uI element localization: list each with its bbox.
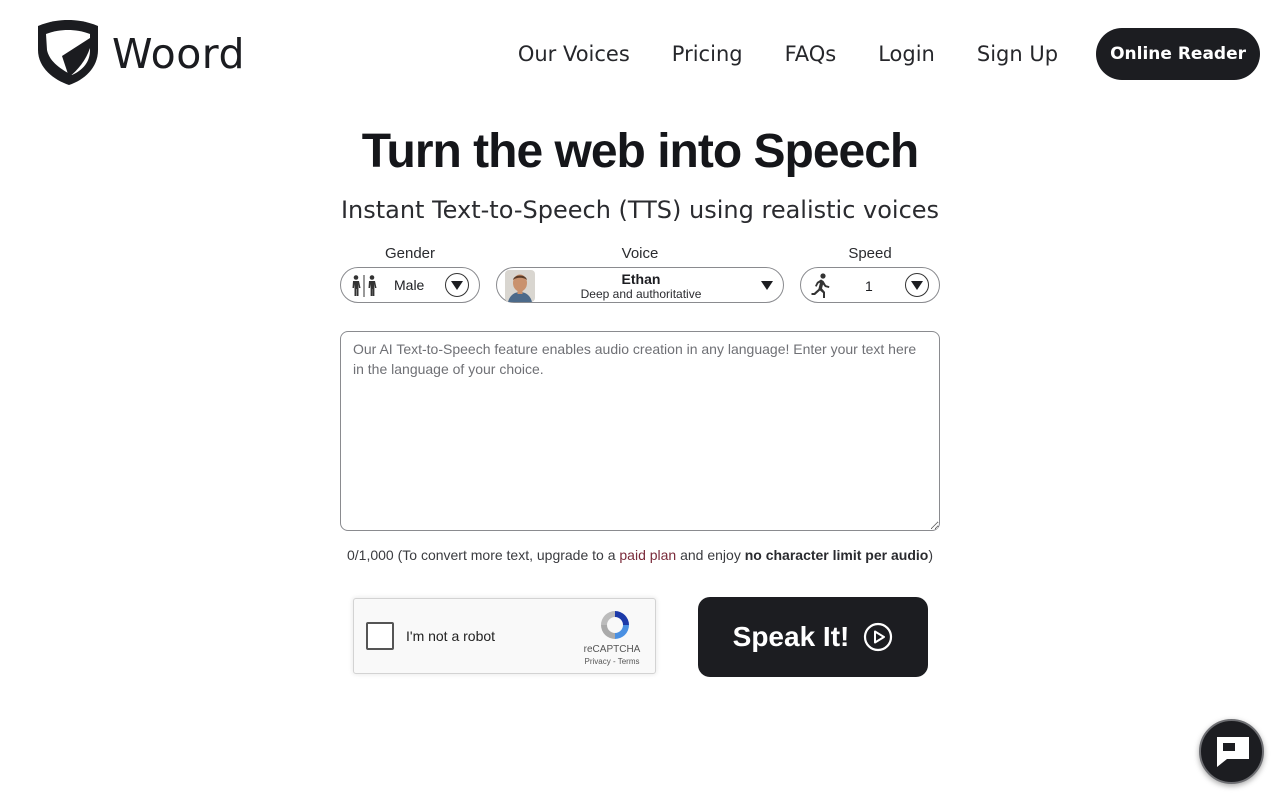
shield-logo-icon [38,20,98,85]
counter-text-after: ) [928,547,933,563]
voice-name: Ethan [621,271,661,287]
voice-description: Deep and authoritative [580,287,702,301]
gender-label: Gender [384,245,436,262]
page-title: Turn the web into Speech [361,125,919,178]
male-female-icon [352,275,377,297]
play-circle-icon [864,622,893,652]
recaptcha-privacy-terms[interactable]: Privacy - Terms [576,657,648,666]
recaptcha-brand: reCAPTCHA [583,644,641,655]
chevron-down-icon [905,273,929,297]
speed-label: Speed [848,245,892,262]
recaptcha-checkbox[interactable] [366,622,394,650]
counter-text-before: (To convert more text, upgrade to a [397,547,620,563]
counter-text-middle: and enjoy [676,547,745,563]
no-limit-text: no character limit per audio [744,547,929,563]
character-count: 0/1,000 [347,547,394,563]
chevron-down-icon [761,281,773,290]
main-nav: Our Voices Pricing FAQs Login Sign Up On… [518,28,1260,80]
page-subtitle: Instant Text-to-Speech (TTS) using reali… [340,196,940,224]
nav-pricing[interactable]: Pricing [672,28,743,80]
speak-it-label: Speak It! [732,621,850,652]
brand-name: Woord [112,30,245,78]
running-person-icon [811,273,830,298]
nav-faqs[interactable]: FAQs [785,28,837,80]
nav-sign-up[interactable]: Sign Up [977,28,1058,80]
paid-plan-link[interactable]: paid plan [619,547,676,563]
nav-our-voices[interactable]: Our Voices [518,28,630,80]
character-counter: 0/1,000 (To convert more text, upgrade t… [0,547,1280,563]
chevron-down-icon [445,273,469,297]
recaptcha-label: I'm not a robot [406,628,496,644]
nav-login[interactable]: Login [878,28,935,80]
gender-select[interactable]: Male [340,267,480,303]
chat-widget-button[interactable] [1199,719,1264,784]
gender-value: Male [394,277,425,293]
site-logo[interactable]: Woord [36,20,245,86]
voice-select[interactable]: Ethan Deep and authoritative [496,267,784,303]
chat-bubble-icon [1216,736,1249,767]
speed-value: 1 [865,278,873,294]
recaptcha-widget: I'm not a robot reCAPTCHA Privacy - Term… [353,598,656,674]
voice-label: Voice [621,245,659,262]
tts-text-input[interactable] [340,331,940,531]
recaptcha-logo-icon [601,611,629,639]
online-reader-button[interactable]: Online Reader [1096,28,1260,80]
speed-select[interactable]: 1 [800,267,940,303]
speak-it-button[interactable]: Speak It! [698,597,928,677]
